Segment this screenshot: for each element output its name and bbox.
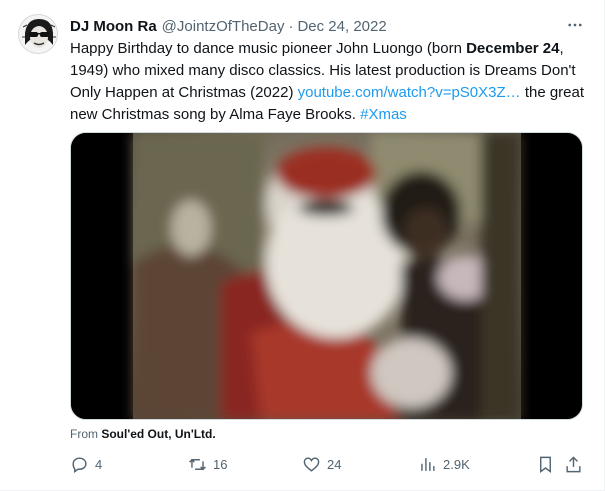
video-thumbnail [71,133,582,419]
video-media[interactable] [70,132,583,420]
more-icon[interactable] [564,14,586,36]
share-icon [566,455,581,472]
tweet-date[interactable]: Dec 24, 2022 [297,18,386,35]
tweet-text: Happy Birthday to dance music pioneer Jo… [70,38,590,126]
reply-count: 4 [95,456,103,472]
avatar[interactable] [18,14,58,54]
like-button[interactable]: 24 [302,452,341,476]
source-name[interactable]: Soul'ed Out, Un'Ltd. [101,427,215,441]
tweet-card[interactable]: DJ Moon Ra @JointzOfTheDay · Dec 24, 202… [0,0,605,491]
retweet-button[interactable]: 16 [188,452,227,476]
source-prefix: From [70,427,102,441]
reply-icon [72,456,87,473]
youtube-link[interactable]: youtube.com/watch?v=pS0X3Z… [298,84,521,101]
avatar-image [19,15,57,53]
heart-icon [303,456,320,472]
share-button[interactable] [564,452,583,476]
reply-button[interactable]: 4 [70,452,102,476]
like-count: 24 [327,456,342,472]
more-horizontal-icon [568,23,582,27]
bookmark-button[interactable] [536,452,555,476]
views-count: 2.9K [443,456,470,472]
tweet-text-part1: Happy Birthday to dance music pioneer Jo… [70,40,467,57]
user-handle[interactable]: @JointzOfTheDay [162,18,285,35]
hashtag-xmas[interactable]: #Xmas [360,106,407,123]
separator-dot: · [288,17,294,35]
media-source: From Soul'ed Out, Un'Ltd. [70,427,216,441]
retweet-count: 16 [213,456,228,472]
retweet-icon [189,458,206,470]
tweet-header: DJ Moon Ra @JointzOfTheDay · Dec 24, 202… [70,16,584,36]
bookmark-icon [540,456,551,473]
display-name[interactable]: DJ Moon Ra [70,18,157,35]
views-icon [421,457,435,471]
action-bar: 4 16 24 2.9K [70,452,584,476]
tweet-text-bold: December 24 [466,40,560,57]
views-button[interactable]: 2.9K [418,452,470,476]
